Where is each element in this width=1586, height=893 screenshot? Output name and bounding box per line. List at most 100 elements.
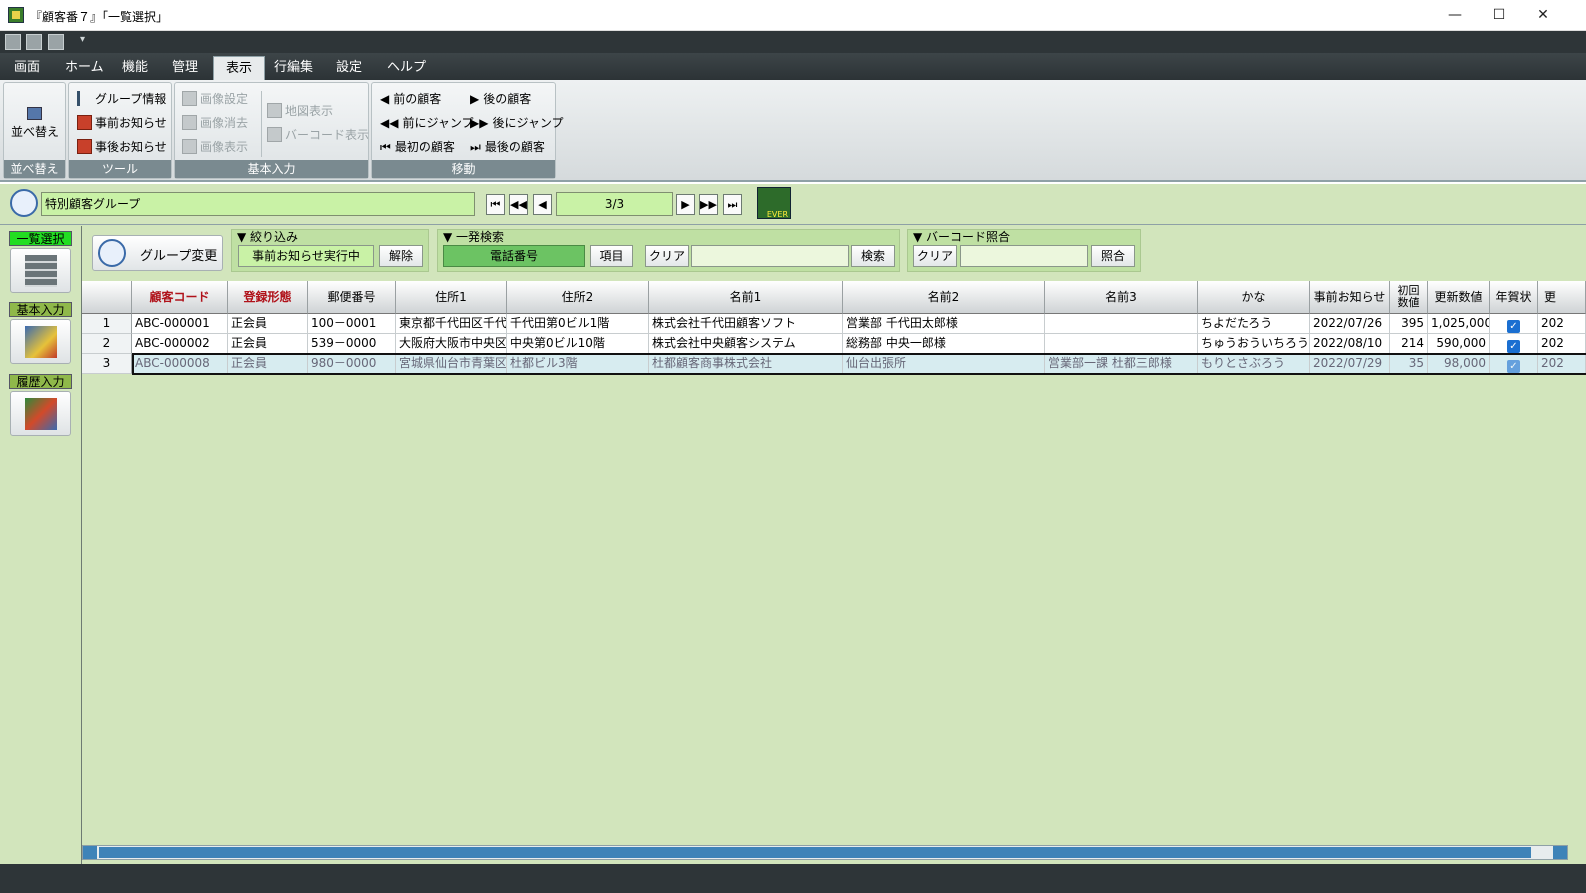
scroll-left-arrow[interactable] <box>83 846 97 859</box>
cell-first-value[interactable]: 214 <box>1390 334 1428 354</box>
horizontal-scrollbar[interactable] <box>82 845 1568 860</box>
tab-screen[interactable]: 画面 <box>2 56 52 80</box>
tab-function[interactable]: 機能 <box>110 56 160 80</box>
jump-forward-record-button[interactable]: ▶▶ <box>699 194 718 215</box>
header-customer-code[interactable]: 顧客コード <box>132 281 228 314</box>
cell-name1[interactable]: 株式会社千代田顧客ソフト <box>649 314 843 334</box>
cell-name3[interactable]: 営業部一課 杜都三郎様 <box>1045 354 1198 374</box>
checkbox-checked-icon[interactable]: ✓ <box>1507 360 1520 373</box>
tab-home[interactable]: ホーム <box>53 56 116 80</box>
header-updated-value[interactable]: 更新数値 <box>1428 281 1490 314</box>
cell-new-year-card[interactable]: ✓ <box>1490 334 1538 354</box>
cell-first-value[interactable]: 35 <box>1390 354 1428 374</box>
prev-customer-button[interactable]: ◀ 前の顧客 <box>380 88 441 110</box>
cell-kana[interactable]: もりとさぶろう <box>1198 354 1310 374</box>
cell-address2[interactable]: 中央第0ビル10階 <box>507 334 649 354</box>
cell-customer-code[interactable]: ABC-000002 <box>132 334 228 354</box>
ever-icon[interactable]: EVER <box>757 187 791 219</box>
post-notice-button[interactable]: 事後お知らせ <box>77 136 167 158</box>
cell-address1[interactable]: 東京都千代田区千代田 <box>396 314 507 334</box>
cell-zip[interactable]: 980－0000 <box>308 354 396 374</box>
cell-customer-code[interactable]: ABC-000008 <box>132 354 228 374</box>
print-preview-icon[interactable] <box>48 34 64 50</box>
cell-customer-code[interactable]: ABC-000001 <box>132 314 228 334</box>
list-select-button[interactable] <box>10 248 71 293</box>
header-name3[interactable]: 名前3 <box>1045 281 1198 314</box>
cell-pre-notice[interactable]: 2022/07/26 <box>1310 314 1390 334</box>
cell-name1[interactable]: 株式会社中央顧客システム <box>649 334 843 354</box>
search-input[interactable] <box>691 245 849 267</box>
checkbox-checked-icon[interactable]: ✓ <box>1507 340 1520 353</box>
prev-record-button[interactable]: ◀ <box>533 194 552 215</box>
filter-clear-button[interactable]: 解除 <box>379 245 423 267</box>
customize-dropdown-icon[interactable]: ▾ <box>80 34 85 45</box>
cell-zip[interactable]: 539－0000 <box>308 334 396 354</box>
pre-notice-button[interactable]: 事前お知らせ <box>77 112 167 134</box>
search-clear-button[interactable]: クリア <box>645 245 689 267</box>
tab-manage[interactable]: 管理 <box>160 56 210 80</box>
cell-updated-value[interactable]: 590,000 <box>1428 334 1490 354</box>
cell-name3[interactable] <box>1045 314 1198 334</box>
checkbox-checked-icon[interactable]: ✓ <box>1507 320 1520 333</box>
cell-extra[interactable]: 202 <box>1538 354 1586 374</box>
header-pre-notice[interactable]: 事前お知らせ <box>1310 281 1390 314</box>
cell-extra[interactable]: 202 <box>1538 334 1586 354</box>
header-kana[interactable]: かな <box>1198 281 1310 314</box>
header-address2[interactable]: 住所2 <box>507 281 649 314</box>
cell-name2[interactable]: 総務部 中央一郎様 <box>843 334 1045 354</box>
cell-name1[interactable]: 杜都顧客商事株式会社 <box>649 354 843 374</box>
first-customer-button[interactable]: ⏮ 最初の顧客 <box>380 136 455 158</box>
barcode-input[interactable] <box>960 245 1088 267</box>
cell-new-year-card[interactable]: ✓ <box>1490 314 1538 334</box>
barcode-match-button[interactable]: 照合 <box>1091 245 1135 267</box>
header-updated-partial[interactable]: 更 <box>1538 281 1586 314</box>
maximize-button[interactable]: ☐ <box>1476 0 1522 31</box>
cell-address2[interactable]: 杜都ビル3階 <box>507 354 649 374</box>
tab-view[interactable]: 表示 <box>213 56 266 80</box>
cell-kana[interactable]: ちよだたろう <box>1198 314 1310 334</box>
history-input-button[interactable] <box>10 391 71 436</box>
header-new-year-card[interactable]: 年賀状 <box>1490 281 1538 314</box>
jump-forward-button[interactable]: ▶▶ 後にジャンプ <box>470 112 564 134</box>
first-record-button[interactable]: ⏮ <box>486 194 505 215</box>
cell-pre-notice[interactable]: 2022/08/10 <box>1310 334 1390 354</box>
tab-row-edit[interactable]: 行編集 <box>262 56 325 80</box>
cell-updated-value[interactable]: 1,025,000 <box>1428 314 1490 334</box>
search-item-button[interactable]: 項目 <box>590 245 633 267</box>
cell-extra[interactable]: 202 <box>1538 314 1586 334</box>
group-name-field[interactable]: 特別顧客グループ <box>41 192 475 216</box>
minimize-button[interactable]: — <box>1432 0 1478 31</box>
last-customer-button[interactable]: ⏭ 最後の顧客 <box>470 136 545 158</box>
jump-back-record-button[interactable]: ◀◀ <box>509 194 528 215</box>
header-name1[interactable]: 名前1 <box>649 281 843 314</box>
map-show-button[interactable]: 地図表示 <box>267 100 333 122</box>
search-button[interactable]: 検索 <box>851 245 895 267</box>
print-icon[interactable] <box>26 34 42 50</box>
cell-kana[interactable]: ちゅうおういちろう <box>1198 334 1310 354</box>
group-info-button[interactable]: グループ情報 <box>77 88 166 110</box>
scroll-thumb[interactable] <box>99 847 1531 858</box>
row-header[interactable]: 2 <box>82 334 132 354</box>
close-button[interactable]: ✕ <box>1520 0 1566 31</box>
cell-address2[interactable]: 千代田第0ビル1階 <box>507 314 649 334</box>
header-address1[interactable]: 住所1 <box>396 281 507 314</box>
header-registration-type[interactable]: 登録形態 <box>228 281 308 314</box>
next-customer-button[interactable]: ▶ 後の顧客 <box>470 88 531 110</box>
search-field-select[interactable]: 電話番号 <box>443 245 585 267</box>
cell-registration-type[interactable]: 正会員 <box>228 314 308 334</box>
cell-first-value[interactable]: 395 <box>1390 314 1428 334</box>
image-show-button[interactable]: 画像表示 <box>182 136 248 158</box>
cell-name3[interactable] <box>1045 334 1198 354</box>
row-header[interactable]: 3 <box>82 354 132 374</box>
cell-new-year-card[interactable]: ✓ <box>1490 354 1538 374</box>
cell-name2[interactable]: 仙台出張所 <box>843 354 1045 374</box>
header-zip[interactable]: 郵便番号 <box>308 281 396 314</box>
sort-button[interactable]: 並べ替え <box>11 121 59 143</box>
cell-pre-notice[interactable]: 2022/07/29 <box>1310 354 1390 374</box>
tab-help[interactable]: ヘルプ <box>375 56 438 80</box>
group-change-button[interactable]: グループ変更 <box>92 235 223 271</box>
image-delete-button[interactable]: 画像消去 <box>182 112 248 134</box>
basic-input-button[interactable] <box>10 319 71 364</box>
cell-address1[interactable]: 大阪府大阪市中央区 <box>396 334 507 354</box>
cell-registration-type[interactable]: 正会員 <box>228 354 308 374</box>
